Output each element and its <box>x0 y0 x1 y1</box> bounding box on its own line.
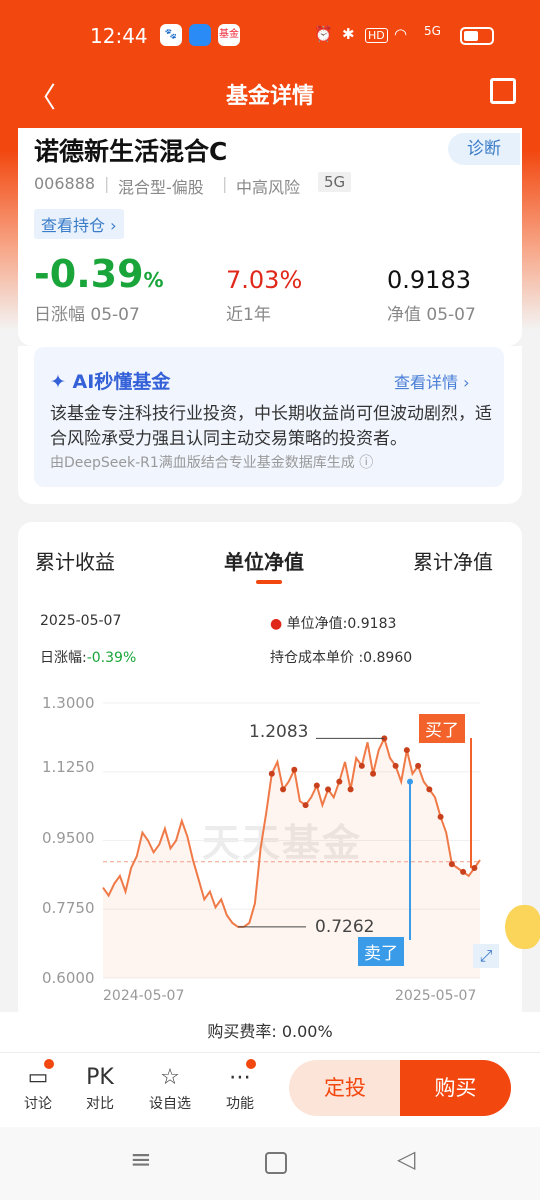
expand-icon[interactable]: ⤢ <box>473 944 499 968</box>
buy-button[interactable]: 购买 <box>400 1060 511 1116</box>
sell-marker: 卖了 <box>358 937 404 966</box>
trade-point <box>336 778 343 785</box>
trade-point <box>302 802 309 809</box>
trade-point <box>325 786 332 793</box>
mascot-icon[interactable] <box>505 905 540 949</box>
notification-dot <box>246 1059 256 1069</box>
system-nav-bar: ≡ ◁ <box>0 1127 540 1200</box>
auto-invest-button[interactable]: 定投 <box>289 1060 401 1116</box>
function-label: 功能 <box>226 1096 254 1112</box>
chat-bubble-icon: ▭ <box>27 1065 49 1090</box>
discuss-button[interactable]: ▭ 讨论 <box>13 1065 63 1113</box>
trade-point <box>403 747 410 754</box>
trade-point <box>448 861 455 868</box>
home-icon[interactable] <box>265 1152 287 1174</box>
buy-marker: 买了 <box>419 714 465 743</box>
trade-point <box>471 865 478 871</box>
discuss-label: 讨论 <box>24 1096 52 1112</box>
back-nav-icon[interactable]: ◁ <box>397 1145 415 1173</box>
menu-icon[interactable]: ≡ <box>130 1145 152 1175</box>
trade-point <box>280 786 287 793</box>
trade-point <box>392 762 399 769</box>
notification-dot <box>44 1059 54 1069</box>
trade-point <box>313 782 320 789</box>
trade-point <box>347 786 354 793</box>
trade-point <box>460 868 467 875</box>
trade-point <box>426 786 433 793</box>
purchase-fee: 购买费率: 0.00% <box>0 1012 540 1052</box>
max-label: 1.2083 <box>249 722 309 742</box>
function-button[interactable]: ⋯ 功能 <box>215 1065 265 1113</box>
min-label: 0.7262 <box>315 917 375 937</box>
pk-icon: PK <box>86 1065 114 1090</box>
more-icon: ⋯ <box>229 1065 251 1090</box>
trade-point <box>415 762 422 769</box>
trade-point <box>370 770 377 777</box>
favorite-label: 设自选 <box>149 1096 191 1112</box>
compare-label: 对比 <box>86 1096 114 1112</box>
trade-point <box>358 762 365 769</box>
star-icon: ☆ <box>160 1065 180 1090</box>
add-favorite-button[interactable]: ☆ 设自选 <box>145 1065 195 1113</box>
trade-point <box>268 770 275 777</box>
nav-line-chart[interactable] <box>0 0 540 1012</box>
compare-button[interactable]: PK 对比 <box>75 1065 125 1113</box>
sell-point <box>407 778 413 785</box>
trade-point <box>291 766 298 773</box>
trade-point <box>437 813 444 820</box>
